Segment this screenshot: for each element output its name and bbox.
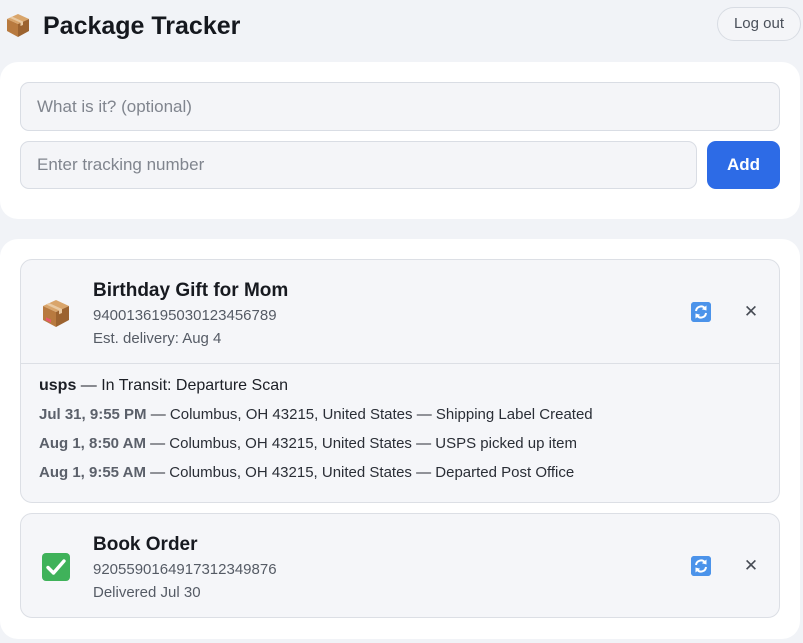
- package-item-birthday-gift: Birthday Gift for Mom 940013619503012345…: [20, 259, 780, 503]
- event-detail: — Columbus, OH 43215, United States — De…: [145, 464, 575, 481]
- tracking-number-placeholder: Enter tracking number: [37, 155, 205, 174]
- app-header: Package Tracker Log out: [0, 0, 803, 52]
- refresh-icon[interactable]: [691, 302, 711, 322]
- current-status: — In Transit: Departure Scan: [76, 377, 288, 394]
- delivery-status: Delivered Jul 30: [93, 584, 201, 601]
- add-button[interactable]: Add: [707, 141, 780, 189]
- package-box-icon: [7, 14, 29, 37]
- tracking-event: Aug 1, 8:50 AM — Columbus, OH 43215, Uni…: [39, 434, 769, 454]
- tracking-number-input[interactable]: Enter tracking number: [20, 141, 697, 189]
- close-icon[interactable]: ✕: [741, 554, 761, 578]
- package-item-book-order: Book Order 9205590164917312349876 Delive…: [20, 513, 780, 618]
- event-detail: — Columbus, OH 43215, United States — US…: [145, 435, 577, 452]
- package-box-icon: [43, 300, 69, 327]
- close-icon[interactable]: ✕: [741, 300, 761, 324]
- delivery-estimate: Est. delivery: Aug 4: [93, 330, 222, 347]
- carrier-name: usps: [39, 377, 77, 394]
- event-time: Aug 1, 8:50 AM: [39, 435, 146, 452]
- package-name: Book Order: [93, 534, 198, 555]
- package-label-placeholder: What is it? (optional): [37, 96, 192, 116]
- package-header[interactable]: Birthday Gift for Mom 940013619503012345…: [21, 260, 779, 364]
- check-mark-icon: [42, 553, 70, 581]
- tracking-event: Jul 31, 9:55 PM — Columbus, OH 43215, Un…: [39, 405, 769, 425]
- tracking-event: Aug 1, 9:55 AM — Columbus, OH 43215, Uni…: [39, 463, 769, 483]
- tracking-number: 9205590164917312349876: [93, 561, 277, 578]
- package-list: Birthday Gift for Mom 940013619503012345…: [0, 239, 800, 639]
- package-header[interactable]: Book Order 9205590164917312349876 Delive…: [21, 514, 779, 617]
- add-package-card: What is it? (optional) Enter tracking nu…: [0, 62, 800, 219]
- event-detail: — Columbus, OH 43215, United States — Sh…: [146, 406, 593, 423]
- event-time: Aug 1, 9:55 AM: [39, 464, 146, 481]
- event-time: Jul 31, 9:55 PM: [39, 406, 147, 423]
- package-name: Birthday Gift for Mom: [93, 280, 289, 301]
- refresh-icon[interactable]: [691, 556, 711, 576]
- logout-button[interactable]: Log out: [717, 7, 801, 41]
- tracking-events: usps — In Transit: Departure Scan Jul 31…: [39, 376, 769, 483]
- tracking-summary: usps — In Transit: Departure Scan: [39, 376, 769, 396]
- package-label-input[interactable]: What is it? (optional): [20, 82, 780, 131]
- tracking-number: 9400136195030123456789: [93, 307, 277, 324]
- page-title: Package Tracker: [43, 12, 241, 40]
